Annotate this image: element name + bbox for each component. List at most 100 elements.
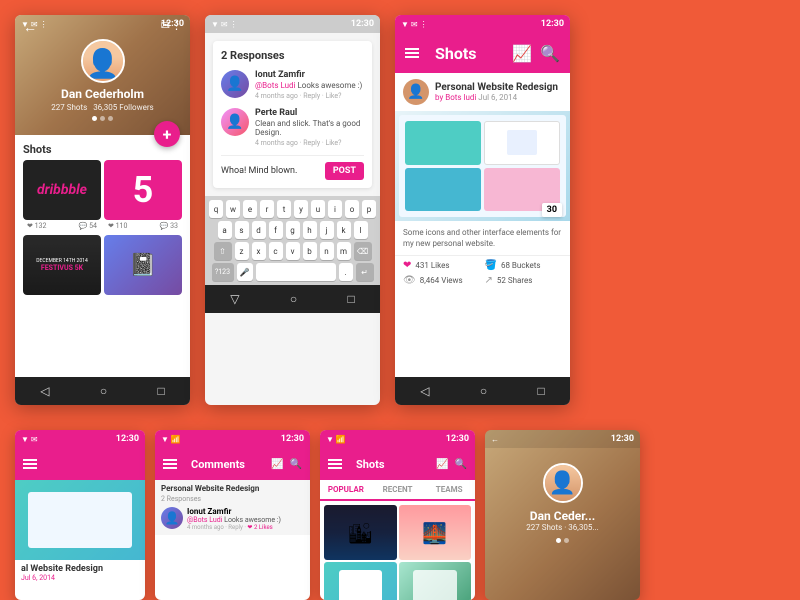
mockup-block-2 bbox=[484, 121, 560, 165]
key-z[interactable]: z bbox=[235, 242, 249, 260]
key-enter[interactable]: ↵ bbox=[356, 263, 374, 281]
back-label-7[interactable]: ← bbox=[491, 435, 499, 444]
key-j[interactable]: j bbox=[320, 221, 334, 239]
shots-tabs: POPULAR RECENT TEAMS bbox=[320, 480, 475, 501]
post-button[interactable]: POST bbox=[325, 162, 364, 180]
key-e[interactable]: e bbox=[243, 200, 257, 218]
search-icon-6[interactable]: 🔍 bbox=[455, 459, 467, 470]
search-icon[interactable]: 🔍 bbox=[540, 44, 560, 63]
key-b[interactable]: b bbox=[303, 242, 317, 260]
menu-icon[interactable] bbox=[405, 48, 419, 58]
nav-home-icon[interactable]: ○ bbox=[100, 384, 107, 398]
hamburger-5[interactable] bbox=[163, 459, 177, 469]
key-a[interactable]: a bbox=[218, 221, 232, 239]
bucket-icon: 🪣 bbox=[485, 260, 497, 271]
key-x[interactable]: x bbox=[252, 242, 266, 260]
shot-author-avatar: 👤 bbox=[403, 79, 429, 105]
key-i[interactable]: i bbox=[328, 200, 342, 218]
followers-count: 36,305 Followers bbox=[93, 103, 154, 112]
meta-text-5: 4 months ago · Reply · bbox=[187, 524, 246, 531]
key-n[interactable]: n bbox=[320, 242, 334, 260]
key-t[interactable]: t bbox=[277, 200, 291, 218]
nav-bar-3: ◁ ○ □ bbox=[395, 377, 570, 405]
key-o[interactable]: o bbox=[345, 200, 359, 218]
key-k[interactable]: k bbox=[337, 221, 351, 239]
shots-tile-city[interactable]: 🏙 bbox=[324, 505, 397, 560]
nav-back-icon-2[interactable]: ▽ bbox=[230, 292, 239, 306]
shot-author: Bots ludi bbox=[445, 93, 476, 102]
key-mic[interactable]: 🎤 bbox=[237, 263, 253, 281]
shots-tile-4[interactable] bbox=[399, 562, 472, 600]
time-4: 12:30 bbox=[116, 434, 139, 444]
key-m[interactable]: m bbox=[337, 242, 351, 260]
profile-name: Dan Cederholm bbox=[61, 87, 144, 101]
key-u[interactable]: u bbox=[311, 200, 325, 218]
key-q[interactable]: q bbox=[209, 200, 223, 218]
shot-image-1: dribbble bbox=[23, 160, 101, 220]
comment-row-5: 👤 Ionut Zamfir @Bots Ludi Looks awesome … bbox=[161, 507, 304, 531]
key-numbers[interactable]: ?123 bbox=[212, 263, 234, 281]
nav-recent-icon[interactable]: □ bbox=[158, 384, 165, 398]
nav-home-3[interactable]: ○ bbox=[480, 384, 487, 398]
nav-back-3[interactable]: ◁ bbox=[420, 384, 429, 398]
key-l[interactable]: l bbox=[354, 221, 368, 239]
status-icons-5: ▼ 📶 bbox=[161, 435, 181, 444]
tab-teams[interactable]: TEAMS bbox=[423, 480, 475, 499]
key-g[interactable]: g bbox=[286, 221, 300, 239]
key-r[interactable]: r bbox=[260, 200, 274, 218]
profile-stats-7: 227 Shots · 36,305... bbox=[526, 523, 598, 532]
likes-5: ❤ 2 Likes bbox=[247, 524, 272, 531]
kb-row-2: a s d f g h j k l bbox=[209, 221, 376, 239]
key-period[interactable]: . bbox=[339, 263, 353, 281]
shots-grid: dribbble ❤ 132 💬 54 5 ❤ 110 💬 33 DECEMBE… bbox=[15, 160, 190, 295]
key-d[interactable]: d bbox=[252, 221, 266, 239]
key-shift[interactable]: ⇧ bbox=[214, 242, 232, 260]
chart-icon[interactable]: 📈 bbox=[512, 44, 532, 63]
key-backspace[interactable]: ⌫ bbox=[354, 242, 372, 260]
key-p[interactable]: p bbox=[362, 200, 376, 218]
key-h[interactable]: h bbox=[303, 221, 317, 239]
key-y[interactable]: y bbox=[294, 200, 308, 218]
key-f[interactable]: f bbox=[269, 221, 283, 239]
key-space[interactable] bbox=[256, 263, 336, 281]
h6-1 bbox=[328, 459, 342, 461]
comment-name-2: Perte Raul bbox=[255, 108, 364, 118]
shots-tile-ui[interactable] bbox=[324, 562, 397, 600]
hamburger-4[interactable] bbox=[23, 459, 37, 469]
nav-home-icon-2[interactable]: ○ bbox=[290, 292, 297, 306]
dot-3 bbox=[108, 116, 113, 121]
tab-recent[interactable]: RECENT bbox=[372, 480, 424, 499]
avatar-7: 👤 bbox=[543, 463, 583, 503]
comments-body-5: Personal Website Redesign 2 Responses 👤 … bbox=[155, 480, 310, 535]
key-s[interactable]: s bbox=[235, 221, 249, 239]
likes-1: ❤ 132 bbox=[27, 222, 46, 230]
chart-icon-5[interactable]: 📈 bbox=[271, 459, 283, 470]
time-6: 12:30 bbox=[446, 434, 469, 444]
pdot-2 bbox=[564, 538, 569, 543]
nav-recent-icon-2[interactable]: □ bbox=[348, 292, 355, 306]
bridge-image: 🌉 bbox=[399, 505, 472, 560]
fab-add-button[interactable]: + bbox=[154, 121, 180, 147]
key-v[interactable]: v bbox=[286, 242, 300, 260]
h4-1 bbox=[23, 459, 37, 461]
key-c[interactable]: c bbox=[269, 242, 283, 260]
shot-date: Jul 6, 2014 bbox=[478, 93, 517, 102]
shot-tile-3[interactable]: DECEMBER 14TH 2014 FESTIVUS 5K bbox=[23, 235, 101, 295]
phone-bottom-2: ▼ 📶 12:30 Comments 📈 🔍 Personal Website … bbox=[155, 430, 310, 600]
key-w[interactable]: w bbox=[226, 200, 240, 218]
chart-icon-6[interactable]: 📈 bbox=[436, 459, 448, 470]
tab-popular[interactable]: POPULAR bbox=[320, 480, 372, 501]
search-icon-5[interactable]: 🔍 bbox=[290, 459, 302, 470]
nav-back-icon[interactable]: ◁ bbox=[40, 384, 49, 398]
hamburger-6[interactable] bbox=[328, 459, 342, 469]
shot-tile-2[interactable]: 5 ❤ 110 💬 33 bbox=[104, 160, 182, 232]
shot-tile-4[interactable]: 📓 bbox=[104, 235, 182, 295]
shots-tile-bridge[interactable]: 🌉 bbox=[399, 505, 472, 560]
comment-content-1: Ionut Zamfir @Bots Ludi Looks awesome :)… bbox=[255, 70, 362, 100]
nav-recent-3[interactable]: □ bbox=[538, 384, 545, 398]
share-icon: ↗ bbox=[485, 275, 493, 286]
shot-tile-1[interactable]: dribbble ❤ 132 💬 54 bbox=[23, 160, 101, 232]
keyboard[interactable]: q w e r t y u i o p a s d f g h j k l ⇧ … bbox=[205, 196, 380, 285]
shots-list-grid: 🏙 🌉 bbox=[320, 501, 475, 600]
post-input[interactable]: Whoa! Mind blown. bbox=[221, 166, 319, 176]
